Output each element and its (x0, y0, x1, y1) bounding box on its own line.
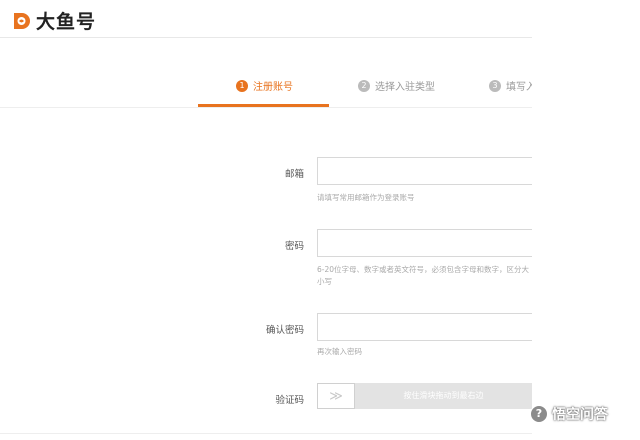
email-field[interactable] (318, 158, 532, 184)
chat-bubble-icon: ? (530, 405, 548, 423)
email-hint: 请填写常用邮箱作为登录账号 (317, 193, 415, 202)
password-hint: 6-20位字母、数字或者英文符号，必须包含字母和数字，区分大小写 (317, 265, 530, 286)
password-field-wrapper (317, 229, 532, 257)
brand-name: 大鱼号 (36, 11, 97, 33)
step-number: 3 (489, 79, 501, 92)
email-label: 邮箱 (284, 169, 304, 180)
password-label: 密码 (284, 241, 304, 252)
step-fill-info[interactable]: 3 填写入 (489, 78, 536, 93)
slider-instruction: 按住滑块拖动到最右边 (403, 391, 484, 400)
email-field-wrapper (317, 157, 532, 185)
registration-steps: 1 注册账号 2 选择入驻类型 3 填写入 (0, 70, 536, 108)
step-register-account[interactable]: 1 注册账号 (236, 78, 293, 93)
step-label: 选择入驻类型 (375, 82, 435, 93)
double-chevron-right-icon: ≫ (329, 388, 343, 404)
confirm-password-field[interactable] (318, 314, 532, 340)
captcha-slider[interactable]: ≫ 按住滑块拖动到最右边 (317, 383, 532, 409)
password-field[interactable] (318, 230, 532, 256)
step-number: 2 (358, 79, 370, 92)
dayu-logo-icon (14, 12, 30, 29)
right-blank-area (532, 0, 640, 440)
confirm-password-label: 确认密码 (265, 325, 304, 336)
confirm-password-field-wrapper (317, 313, 532, 341)
step-label: 注册账号 (253, 82, 293, 93)
confirm-password-hint: 再次输入密码 (317, 347, 362, 356)
step-number: 1 (236, 79, 248, 92)
divider (0, 433, 532, 434)
watermark-text: 悟空问答 (552, 407, 608, 423)
watermark: ? 悟空问答 (530, 404, 608, 424)
active-step-indicator (198, 104, 329, 107)
step-choose-type[interactable]: 2 选择入驻类型 (358, 78, 435, 93)
captcha-label: 验证码 (275, 395, 304, 406)
top-header: 大鱼号 (0, 0, 532, 38)
brand-logo[interactable]: 大鱼号 (10, 7, 96, 34)
slider-handle[interactable]: ≫ (317, 383, 355, 409)
